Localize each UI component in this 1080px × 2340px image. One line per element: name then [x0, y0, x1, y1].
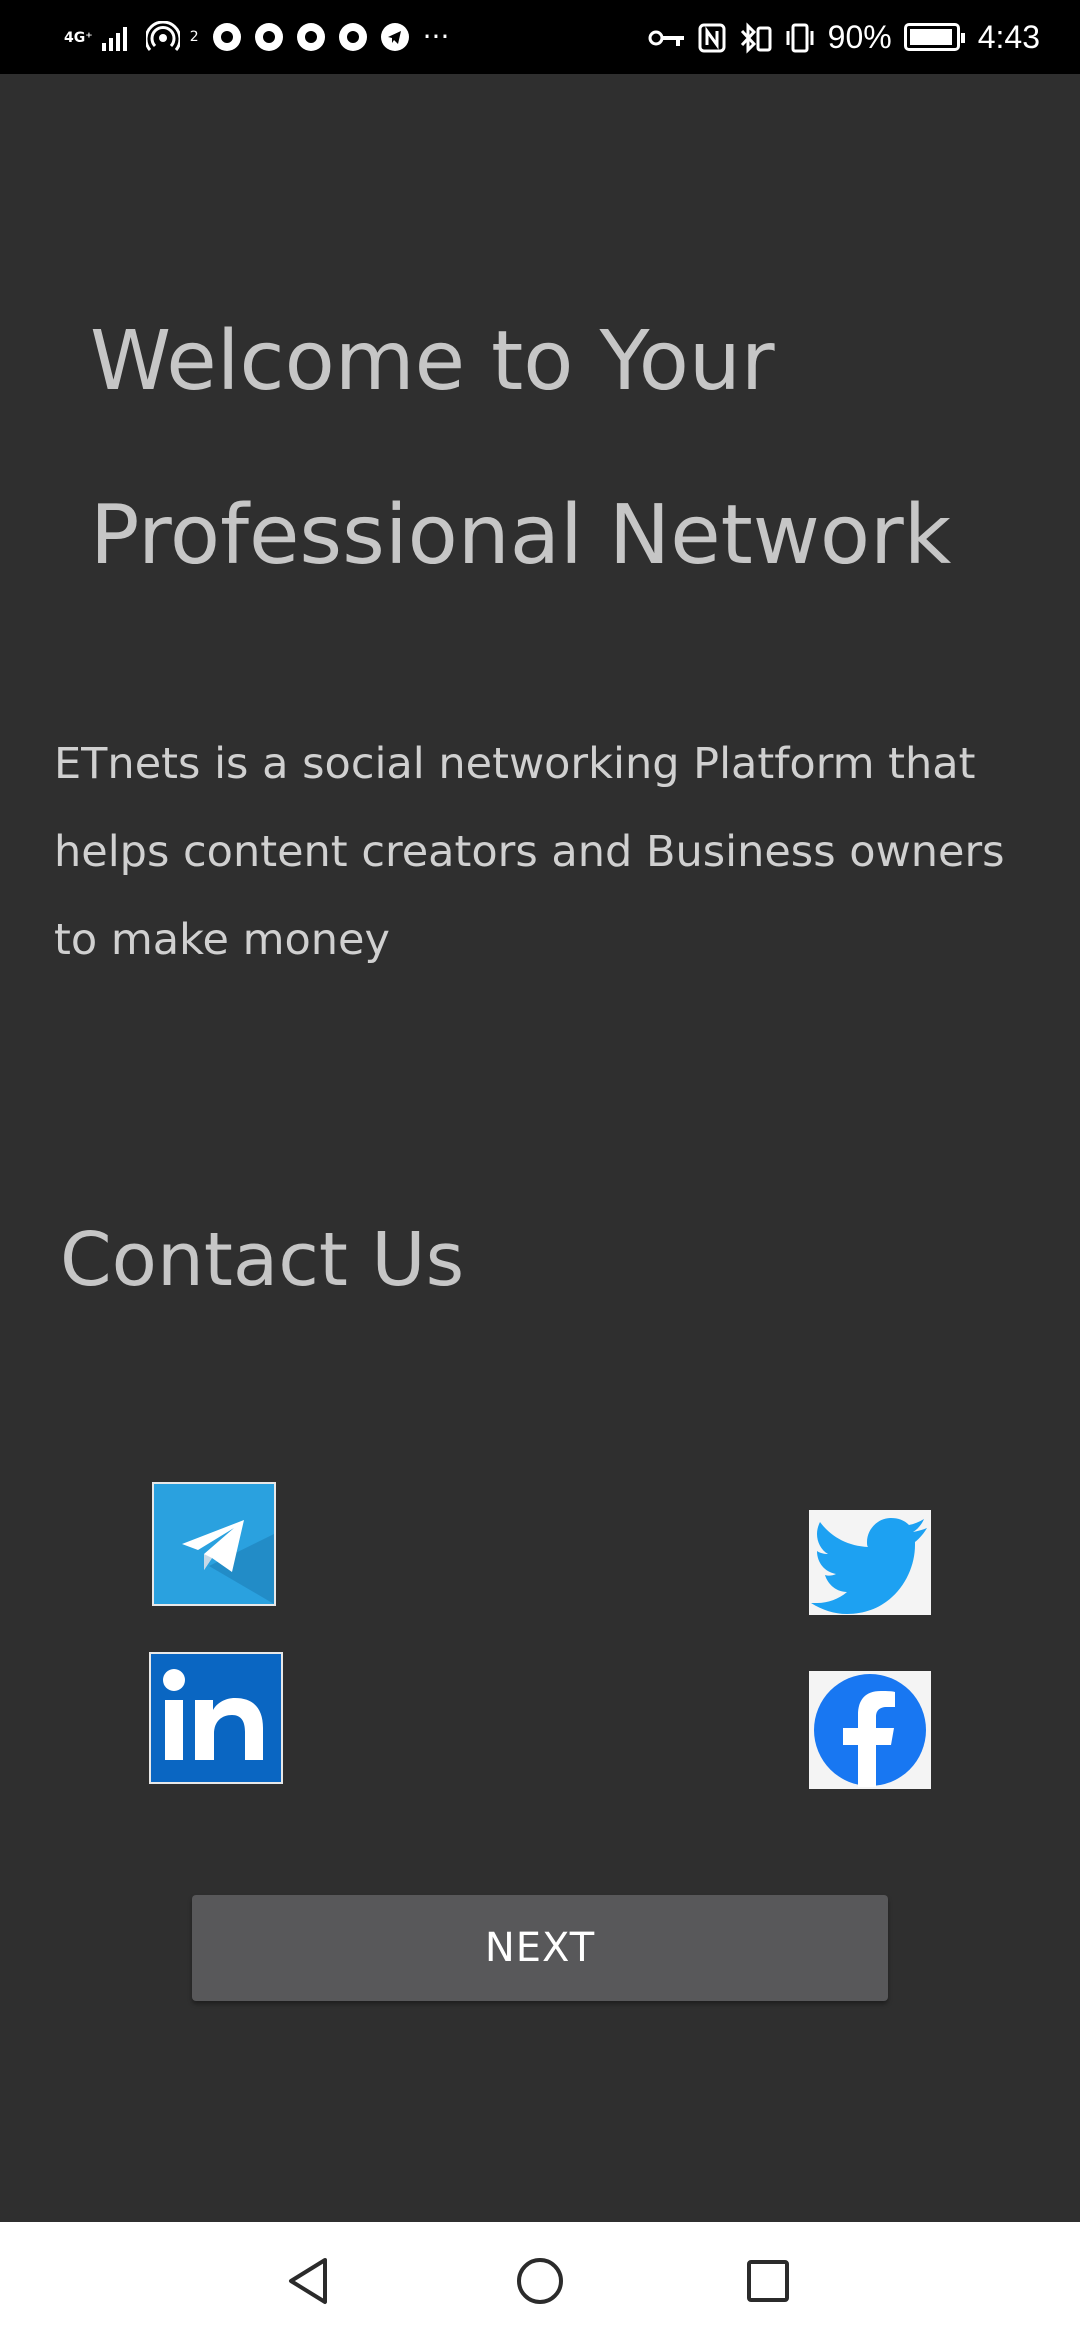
recents-icon — [747, 2260, 789, 2302]
telegram-status-icon — [380, 23, 409, 51]
vibrate-icon — [784, 14, 816, 60]
contact-title: Contact Us — [60, 1217, 465, 1303]
battery-percent: 90% — [827, 18, 892, 55]
hotspot-count: 2 — [189, 29, 199, 45]
more-icon: ··· — [422, 20, 450, 53]
recents-button[interactable] — [708, 2222, 828, 2340]
twitter-link[interactable] — [809, 1510, 931, 1615]
linkedin-link[interactable] — [149, 1652, 283, 1784]
signal-icon: 4G⁺ — [64, 14, 132, 60]
chrome-icon — [212, 23, 241, 51]
telegram-icon — [154, 1484, 274, 1604]
key-icon — [648, 14, 686, 60]
status-time: 4:43 — [977, 18, 1040, 55]
nfc-icon — [698, 14, 726, 60]
navigation-bar — [0, 2222, 1080, 2340]
telegram-link[interactable] — [152, 1482, 276, 1606]
hotspot-icon: 2 — [144, 14, 199, 60]
status-bar: 4G⁺ 2 ··· 90% 4:43 — [0, 0, 1080, 74]
back-icon — [289, 2258, 327, 2304]
back-button[interactable] — [248, 2222, 368, 2340]
facebook-link[interactable] — [809, 1671, 931, 1789]
bluetooth-icon — [738, 14, 772, 60]
page-title-line2: Professional Network — [90, 488, 952, 583]
status-left: 4G⁺ 2 ··· — [64, 14, 449, 60]
linkedin-icon — [151, 1654, 281, 1782]
battery-icon — [903, 23, 965, 51]
home-icon — [517, 2258, 563, 2304]
network-type: 4G⁺ — [64, 29, 93, 46]
chrome-icon — [296, 23, 325, 51]
page-title: Welcome to Your Professional Network — [90, 275, 1050, 623]
page-title-line1: Welcome to Your — [90, 314, 775, 409]
facebook-icon — [809, 1671, 931, 1789]
next-button[interactable]: NEXT — [192, 1895, 888, 2001]
chrome-icon — [254, 23, 283, 51]
twitter-icon — [809, 1510, 931, 1615]
chrome-icon — [338, 23, 367, 51]
platform-description: ETnets is a social networking Platform t… — [54, 739, 1005, 965]
home-button[interactable] — [480, 2222, 600, 2340]
status-right: 90% 4:43 — [648, 14, 1040, 60]
